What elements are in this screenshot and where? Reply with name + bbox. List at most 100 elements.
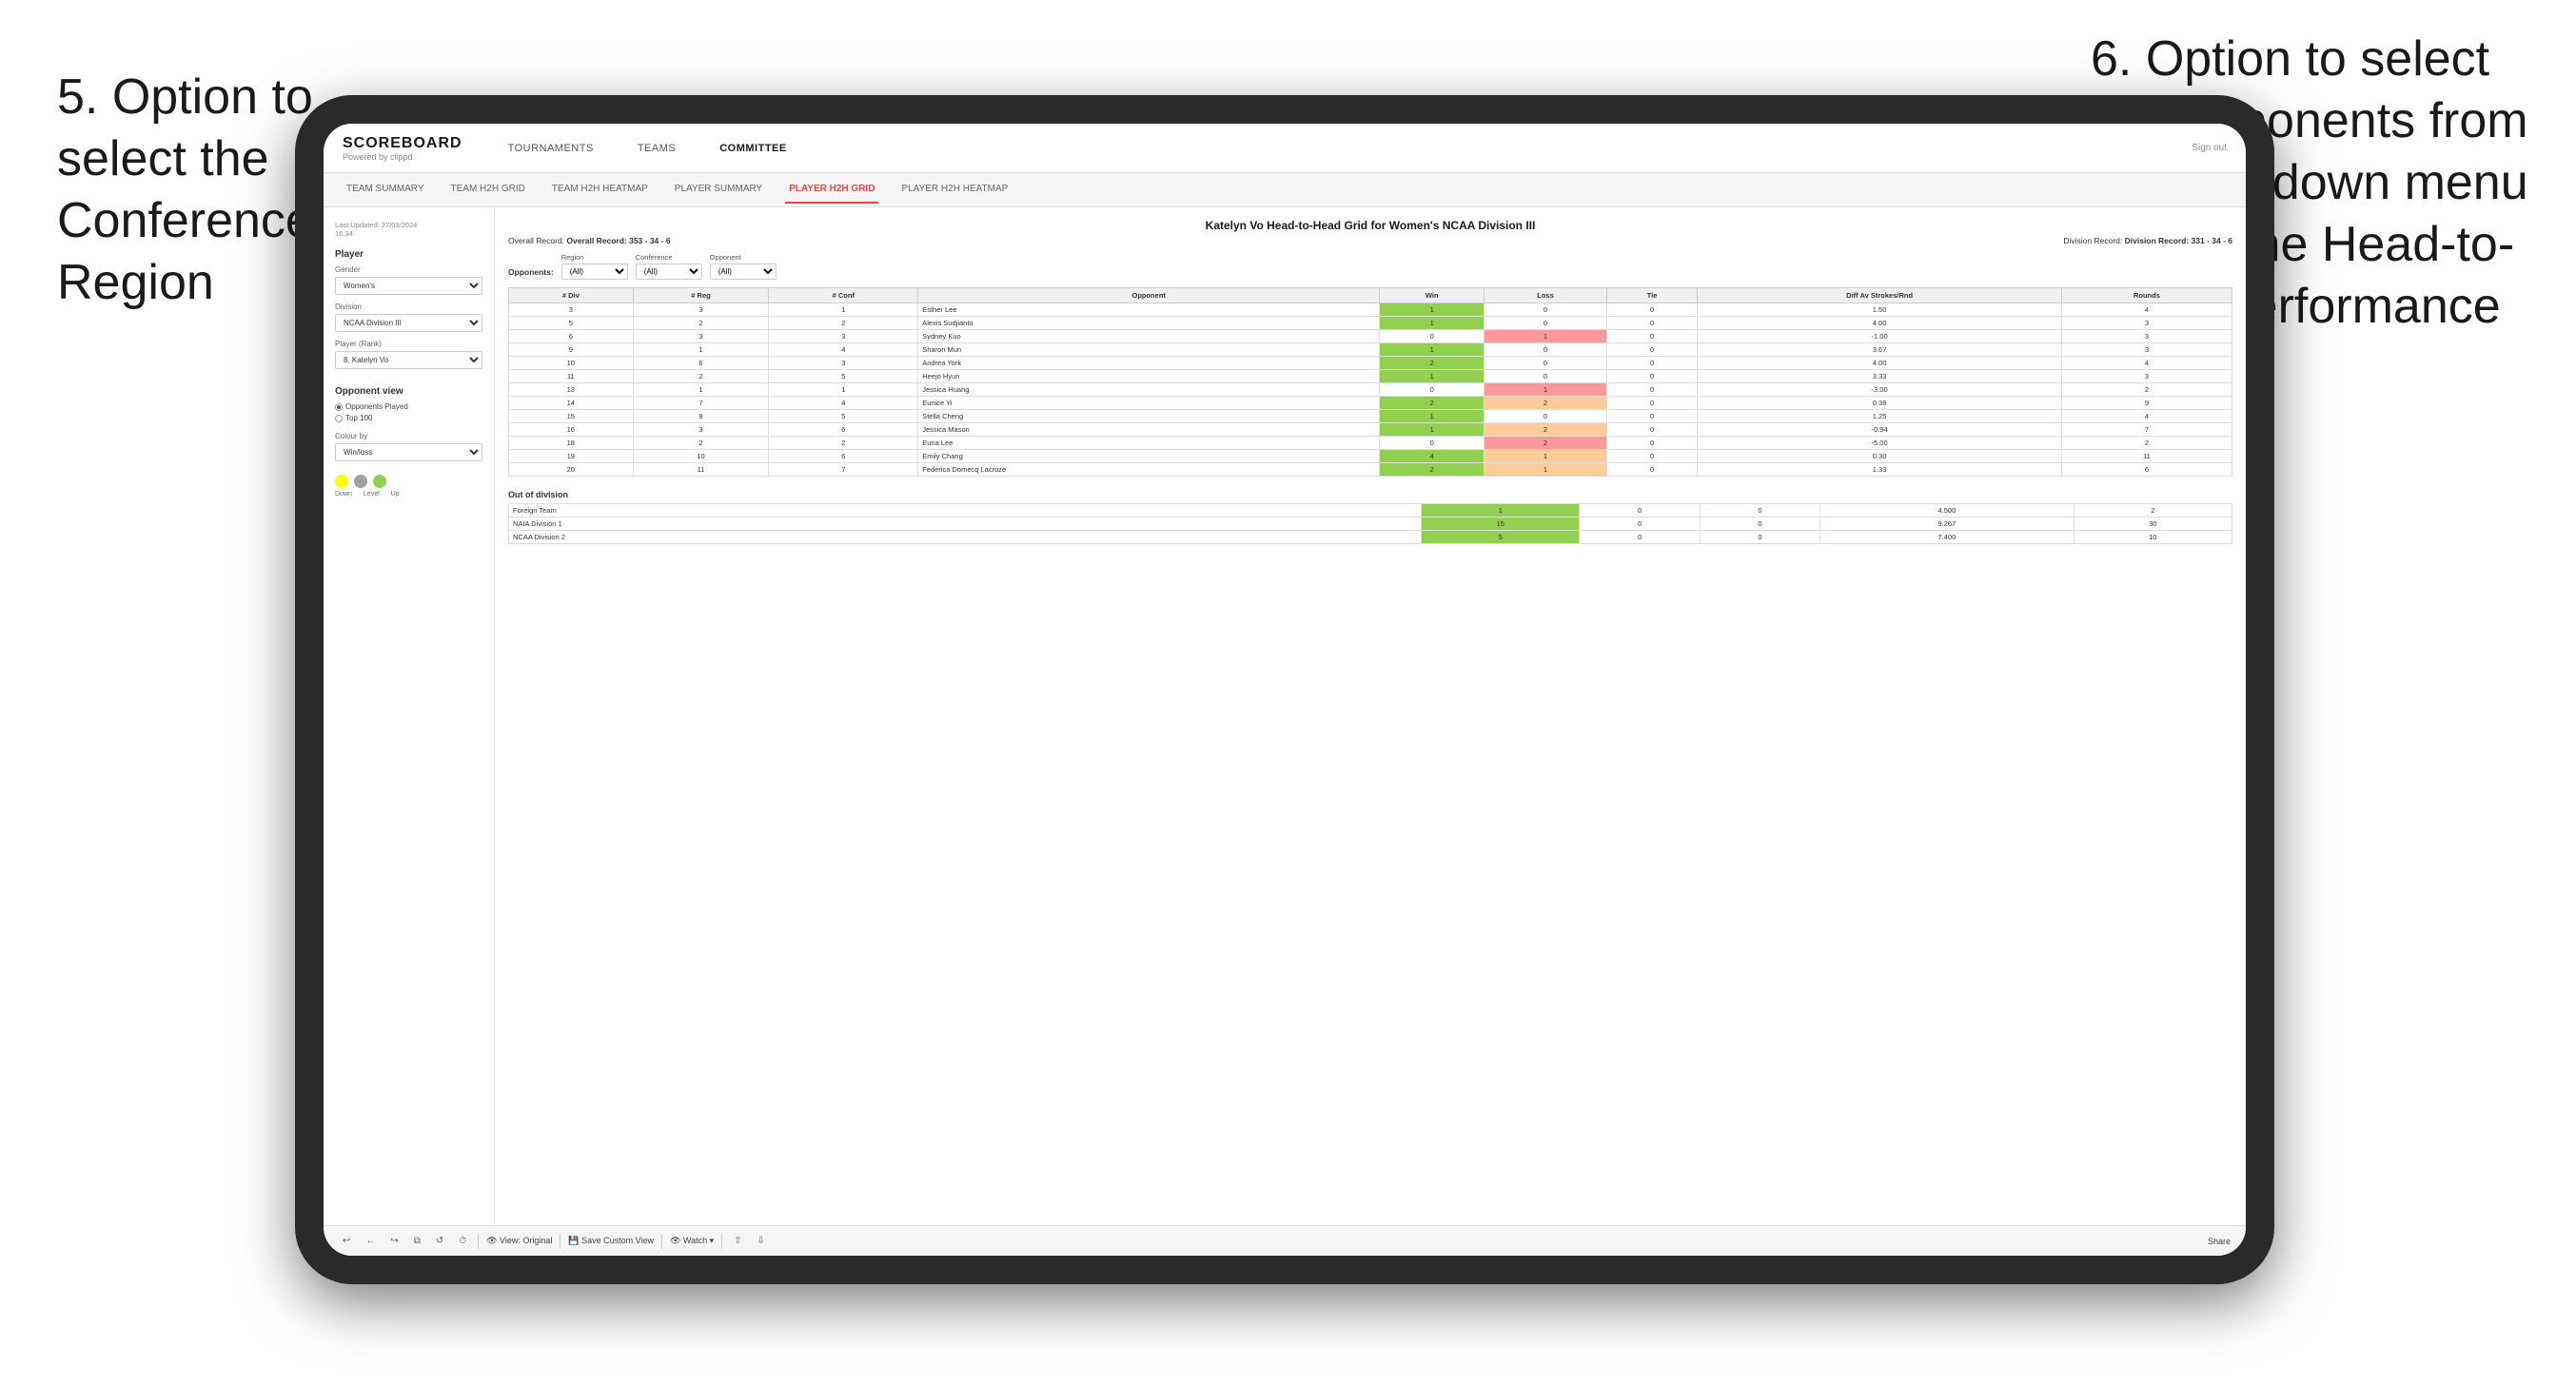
col-diff: Diff Av Strokes/Rnd	[1698, 288, 2062, 303]
conference-select[interactable]: (All)	[636, 264, 702, 280]
gender-label: Gender	[335, 265, 482, 274]
cell-opponent: Sharon Mun	[918, 343, 1380, 357]
col-win: Win	[1380, 288, 1485, 303]
sub-nav-team-summary[interactable]: TEAM SUMMARY	[343, 176, 428, 204]
cell-conf: 3	[769, 330, 918, 343]
division-record: Division Record: Division Record: 331 - …	[2063, 236, 2232, 245]
cell-conf: 6	[769, 450, 918, 463]
cell-win: 2	[1380, 357, 1485, 370]
cell-rounds: 2	[2061, 437, 2232, 450]
tablet-device: SCOREBOARD Powered by clippd TOURNAMENTS…	[295, 95, 2274, 1284]
cell-reg: 3	[633, 423, 769, 437]
colour-by-select[interactable]: Win/loss	[335, 443, 482, 461]
col-conf: # Conf	[769, 288, 918, 303]
cell-reg: 7	[633, 397, 769, 410]
cell-conf: 6	[769, 423, 918, 437]
cell-reg: 2	[633, 370, 769, 383]
cell-win: 4	[1380, 450, 1485, 463]
toolbar-redo[interactable]: ↪	[386, 1234, 402, 1248]
cell-div: 5	[509, 317, 634, 330]
cell-reg: 3	[633, 303, 769, 317]
toolbar-upload[interactable]: ⇧	[730, 1234, 745, 1248]
toolbar-divider-3	[661, 1234, 662, 1249]
sub-nav-player-summary[interactable]: PLAYER SUMMARY	[671, 176, 766, 204]
gender-select[interactable]: Women's	[335, 277, 482, 295]
colour-up	[373, 475, 386, 488]
cell-loss: 1	[1485, 450, 1607, 463]
toolbar-divider-1	[478, 1234, 479, 1249]
table-row: 5 2 2 Alexis Sudjianto 1 0 0 4.00 3	[509, 317, 2232, 330]
cell-reg: 2	[633, 437, 769, 450]
toolbar-back[interactable]: ←	[362, 1234, 379, 1248]
radio-top100[interactable]: Top 100	[335, 414, 482, 422]
cell-diff: 3.67	[1698, 343, 2062, 357]
table-row: 6 3 3 Sydney Kuo 0 1 0 -1.00 3	[509, 330, 2232, 343]
toolbar-refresh[interactable]: ↺	[432, 1234, 447, 1248]
sub-nav-player-h2h-heatmap[interactable]: PLAYER H2H HEATMAP	[897, 176, 1012, 204]
sub-nav-player-h2h-grid[interactable]: PLAYER H2H GRID	[785, 176, 878, 204]
nav-teams[interactable]: TEAMS	[630, 139, 683, 158]
table-row: 10 6 3 Andrea York 2 0 0 4.00 4	[509, 357, 2232, 370]
colour-down	[335, 475, 348, 488]
nav-committee[interactable]: COMMITTEE	[712, 139, 795, 158]
nav-tournaments[interactable]: TOURNAMENTS	[501, 139, 601, 158]
toolbar-watch[interactable]: 👁 Watch ▾	[670, 1236, 714, 1246]
toolbar-share[interactable]: Share	[2208, 1237, 2231, 1246]
cell-div: 13	[509, 383, 634, 397]
cell-loss: 0	[1485, 357, 1607, 370]
toolbar-undo[interactable]: ↩	[339, 1234, 354, 1248]
cell-ood-loss: 0	[1580, 531, 1700, 544]
cell-ood-rounds: 2	[2074, 504, 2232, 517]
cell-ood-diff: 9.267	[1820, 517, 2074, 531]
radio-dot-played	[335, 403, 343, 411]
cell-tie: 0	[1606, 410, 1698, 423]
col-div: # Div	[509, 288, 634, 303]
cell-rounds: 3	[2061, 330, 2232, 343]
cell-div: 15	[509, 410, 634, 423]
opponents-label: Opponents:	[508, 267, 554, 280]
cell-opponent: Federica Domecq Lacroze	[918, 463, 1380, 477]
left-panel: Last Updated: 27/03/202416:34 Player Gen…	[324, 207, 495, 1225]
cell-ood-opponent: NAIA Division 1	[509, 517, 1422, 531]
cell-diff: -5.00	[1698, 437, 2062, 450]
cell-loss: 0	[1485, 410, 1607, 423]
opponent-select[interactable]: (All)	[710, 264, 777, 280]
table-row: 20 11 7 Federica Domecq Lacroze 2 1 0 1.…	[509, 463, 2232, 477]
toolbar-view-original[interactable]: 👁 View: Original	[486, 1236, 552, 1246]
tablet-screen: SCOREBOARD Powered by clippd TOURNAMENTS…	[324, 124, 2246, 1256]
division-select[interactable]: NCAA Division III	[335, 314, 482, 332]
radio-opponents-played[interactable]: Opponents Played	[335, 402, 482, 411]
toolbar-save-custom-view[interactable]: 💾 Save Custom View	[568, 1236, 654, 1246]
col-opponent: Opponent	[918, 288, 1380, 303]
cell-opponent: Heejo Hyun	[918, 370, 1380, 383]
toolbar-timer[interactable]: ⏱	[455, 1234, 470, 1248]
cell-diff: 3.33	[1698, 370, 2062, 383]
cell-diff: -1.00	[1698, 330, 2062, 343]
cell-win: 1	[1380, 317, 1485, 330]
cell-div: 11	[509, 370, 634, 383]
cell-rounds: 7	[2061, 423, 2232, 437]
cell-loss: 0	[1485, 303, 1607, 317]
cell-ood-loss: 0	[1580, 517, 1700, 531]
player-rank-select[interactable]: 8. Katelyn Vo	[335, 351, 482, 369]
toolbar-copy[interactable]: ⧉	[410, 1234, 424, 1248]
cell-ood-tie: 0	[1700, 504, 1819, 517]
cell-diff: 1.25	[1698, 410, 2062, 423]
cell-opponent: Stella Cheng	[918, 410, 1380, 423]
cell-reg: 6	[633, 357, 769, 370]
opponents-group: Opponents:	[508, 267, 554, 280]
cell-win: 1	[1380, 423, 1485, 437]
sign-out-link[interactable]: Sign out	[2192, 143, 2227, 153]
sub-nav-team-h2h-heatmap[interactable]: TEAM H2H HEATMAP	[548, 176, 652, 204]
toolbar-download[interactable]: ⇩	[754, 1234, 769, 1248]
cell-ood-tie: 0	[1700, 531, 1819, 544]
cell-win: 1	[1380, 370, 1485, 383]
h2h-table: # Div # Reg # Conf Opponent Win Loss Tie…	[508, 287, 2232, 477]
cell-diff: 1.33	[1698, 463, 2062, 477]
player-section-title: Player	[335, 249, 482, 260]
col-reg: # Reg	[633, 288, 769, 303]
region-select[interactable]: (All)	[561, 264, 628, 280]
cell-win: 1	[1380, 410, 1485, 423]
sub-nav-team-h2h-grid[interactable]: TEAM H2H GRID	[447, 176, 529, 204]
record-row: Overall Record: Overall Record: 353 - 34…	[508, 236, 2232, 245]
